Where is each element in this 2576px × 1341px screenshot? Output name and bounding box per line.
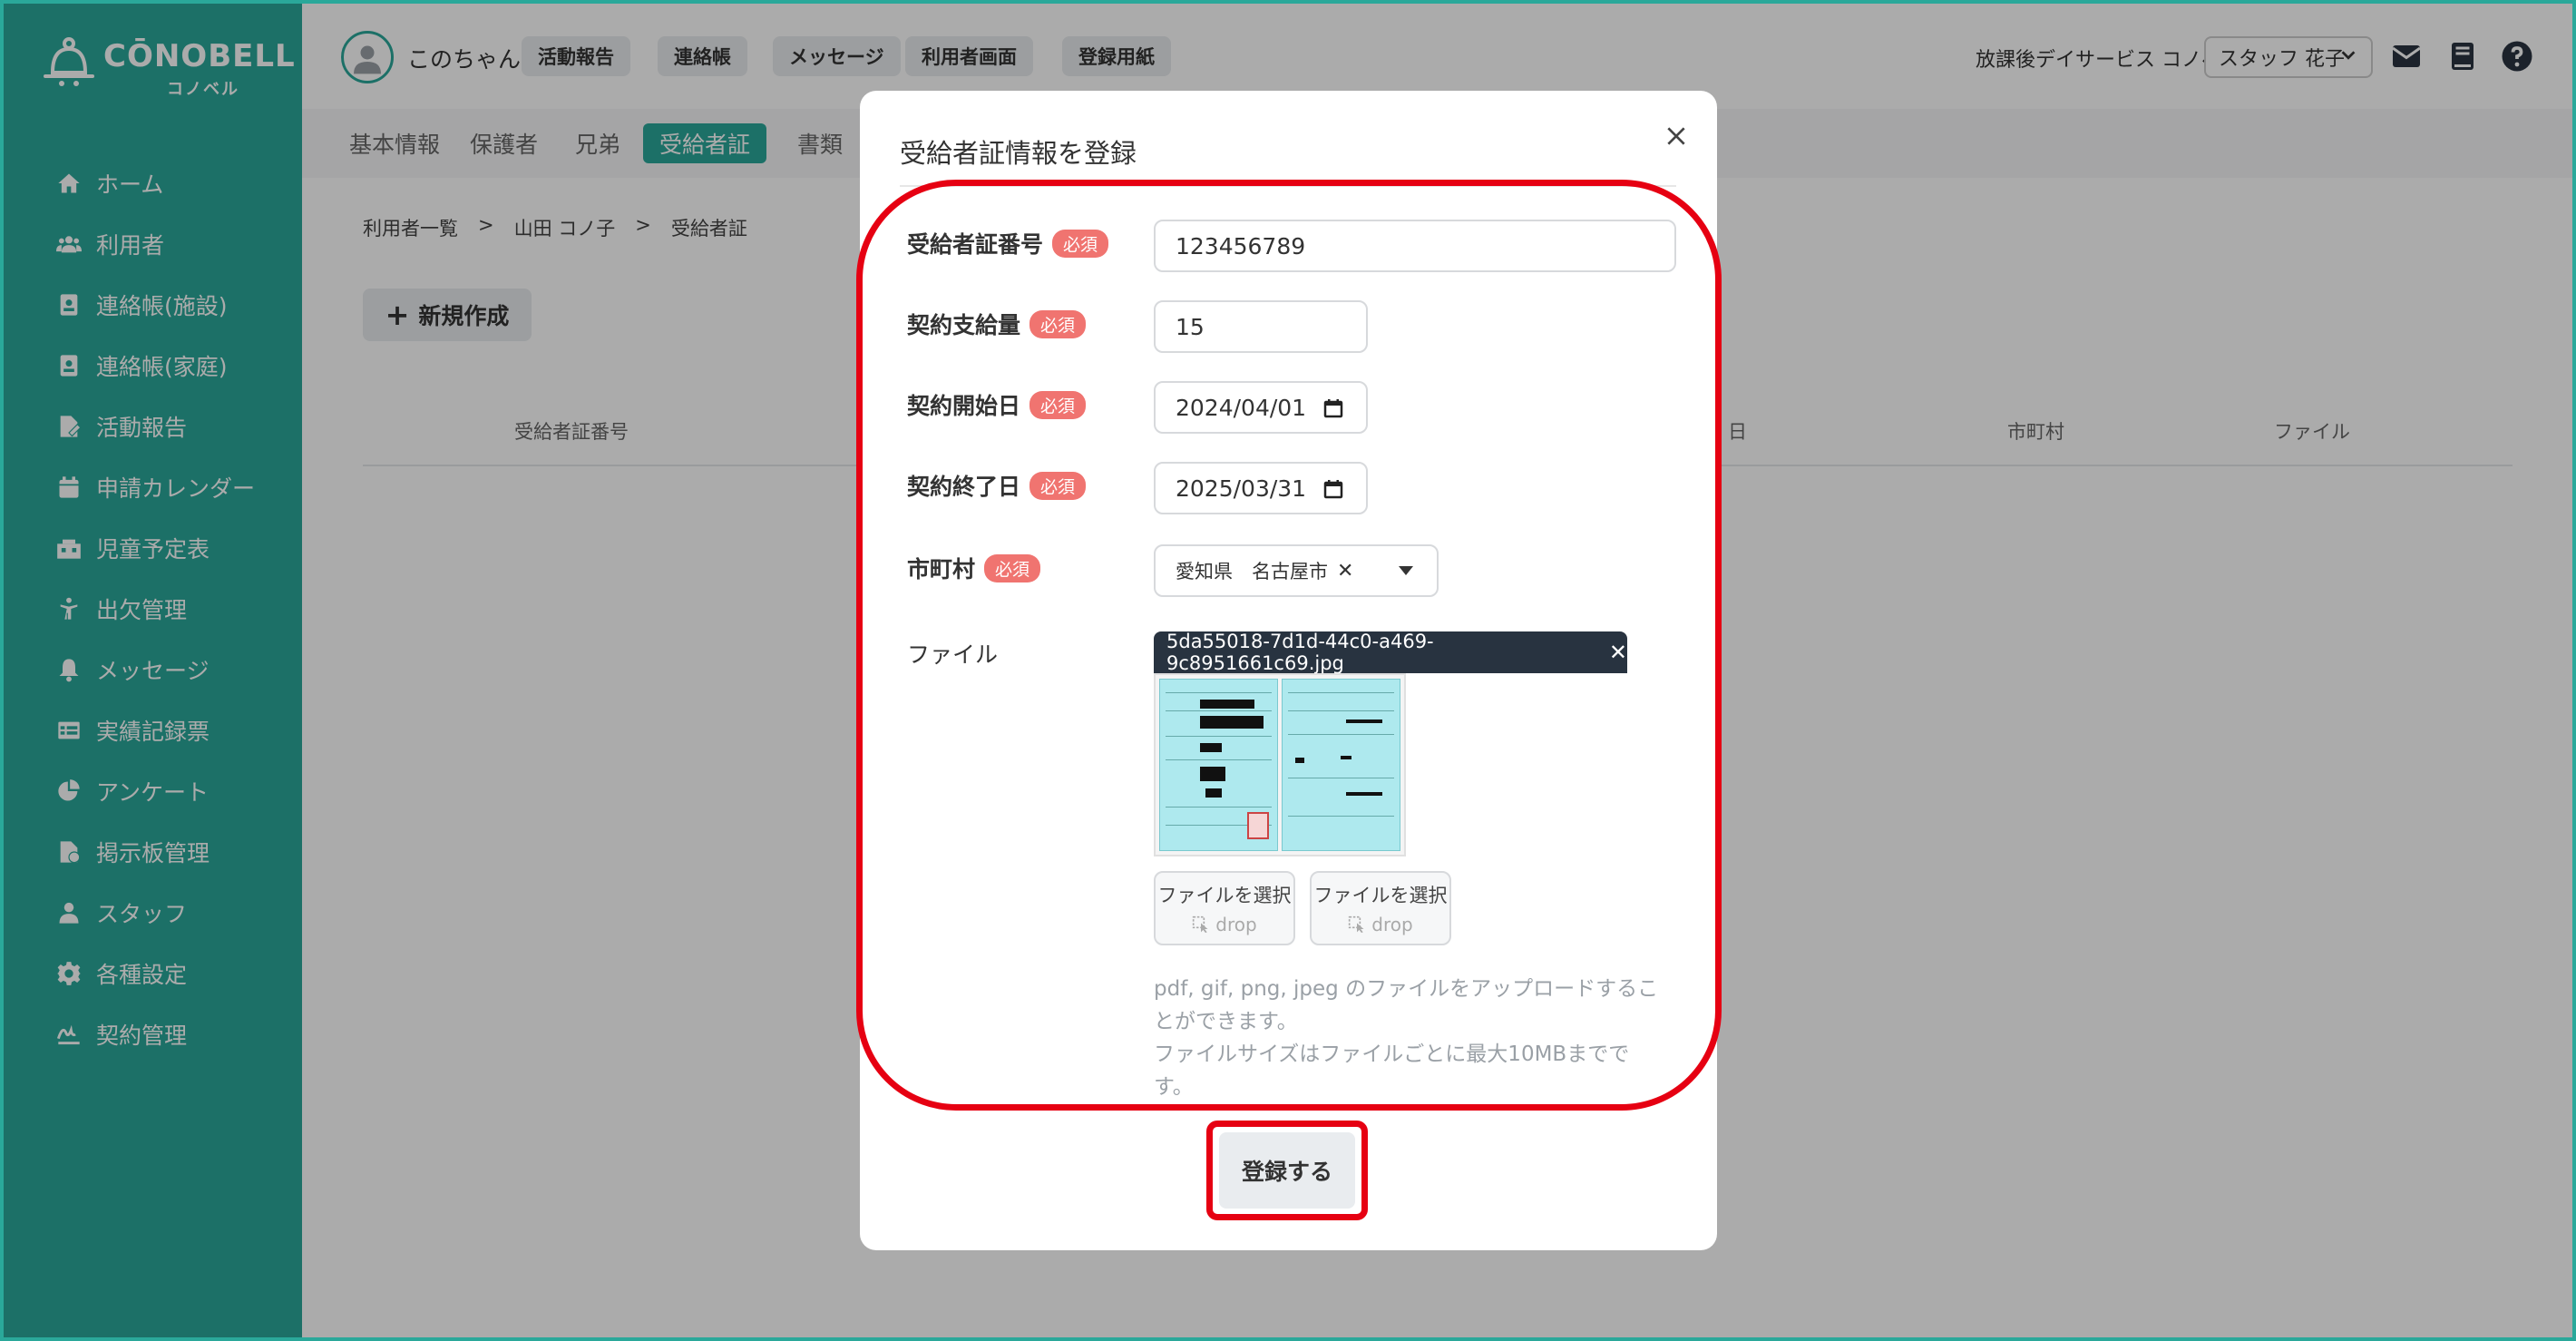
modal-title: 受給者証情報を登録: [900, 138, 1137, 169]
close-button[interactable]: [1658, 118, 1694, 154]
highlight-submit-annotation: [1206, 1121, 1368, 1220]
highlight-form-annotation: [856, 180, 1722, 1111]
close-icon: [1667, 127, 1685, 145]
